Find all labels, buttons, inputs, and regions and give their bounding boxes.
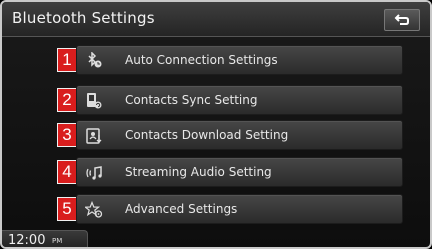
- status-bar: 12:00 PM: [2, 230, 88, 248]
- callout-number-5: 5: [57, 197, 77, 221]
- menu-item-label: Contacts Download Setting: [125, 128, 289, 142]
- menu-item-streaming-audio[interactable]: Streaming Audio Setting: [76, 157, 403, 187]
- back-button[interactable]: [384, 9, 420, 31]
- advanced-settings-icon: [85, 201, 103, 218]
- callout-number-1: 1: [57, 48, 77, 72]
- menu-item-advanced-settings[interactable]: Advanced Settings: [76, 194, 403, 224]
- bluetooth-auto-connect-icon: [88, 52, 102, 68]
- menu-item-label: Advanced Settings: [125, 202, 238, 216]
- clock-period: PM: [52, 237, 63, 245]
- header-bar: Bluetooth Settings: [2, 2, 430, 37]
- menu-item-label: Auto Connection Settings: [125, 53, 278, 67]
- menu-item-contacts-sync[interactable]: Contacts Sync Setting: [76, 85, 403, 115]
- back-arrow-icon: [394, 14, 409, 25]
- page-title: Bluetooth Settings: [12, 9, 155, 27]
- contacts-sync-icon: [87, 93, 102, 109]
- menu-item-contacts-download[interactable]: Contacts Download Setting: [76, 120, 403, 150]
- streaming-audio-icon: [86, 166, 102, 180]
- menu-item-auto-connection[interactable]: Auto Connection Settings: [76, 45, 403, 75]
- contacts-download-icon: [86, 128, 102, 144]
- clock-time: 12:00: [8, 233, 46, 248]
- callout-number-4: 4: [57, 160, 77, 184]
- bluetooth-settings-screen: Bluetooth Settings 1 Auto Connection Set…: [0, 0, 432, 249]
- menu-item-label: Contacts Sync Setting: [125, 93, 258, 107]
- callout-number-3: 3: [57, 123, 77, 147]
- menu-item-label: Streaming Audio Setting: [125, 165, 272, 179]
- callout-number-2: 2: [57, 88, 77, 112]
